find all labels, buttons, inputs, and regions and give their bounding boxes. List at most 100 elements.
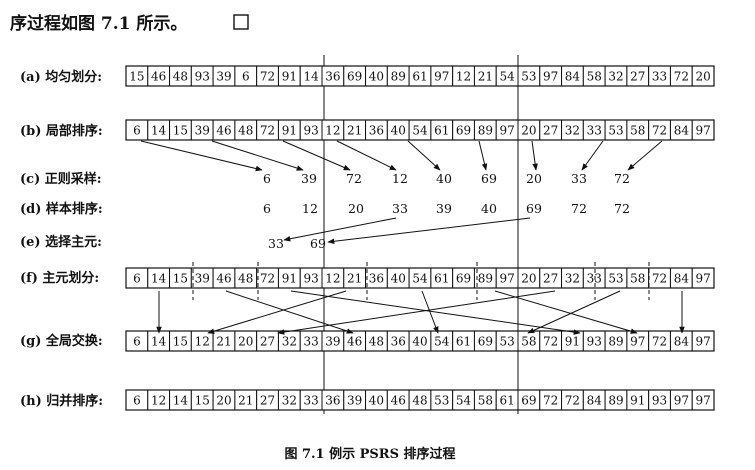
sample-sorting-values: 6 12 20 33 39 40 69 72 72 [263,201,630,216]
array-cell-value: 46 [151,70,166,84]
array-cell-value: 93 [652,394,667,408]
array-cell-value: 72 [652,335,667,349]
array-cell-value: 32 [565,272,580,286]
array-cell-value: 33 [303,394,318,408]
array-cell-value: 12 [151,394,166,408]
array-cell-value: 12 [195,335,210,349]
array-cell-value: 39 [195,272,210,286]
array-cell-value: 46 [347,335,362,349]
array-cell-value: 21 [347,124,362,138]
sorted-sample-value: 72 [614,201,630,216]
array-cell-value: 89 [608,335,623,349]
array-cell-value: 72 [652,124,667,138]
array-cell-value: 97 [695,272,710,286]
array-row-f: 6 14 15 39 46 48 72 91 93 12 21 36 40 54 61 69 89 97 20 27 3… [125,267,715,289]
sample-value: 72 [614,171,630,186]
array-cell-value: 46 [216,272,231,286]
array-cell-value: 72 [260,70,275,84]
array-cell-value: 97 [499,272,514,286]
array-cell-value: 69 [478,335,493,349]
array-cell-value: 53 [434,394,449,408]
arrow [527,290,621,334]
array-cell-value: 36 [391,335,406,349]
array-cell-value: 48 [412,394,427,408]
sorted-sample-value: 72 [571,201,587,216]
array-cell-value: 15 [195,394,210,408]
array-cell-value: 54 [499,70,515,84]
array-cell-value: 46 [391,394,406,408]
array-cell-value: 40 [369,394,384,408]
arrow [327,217,531,245]
array-cell-value: 27 [543,272,558,286]
array-cell-value: 58 [521,335,536,349]
array-row-a: 15 46 48 93 39 6 72 91 14 36 69 40 89 61 97 12 21 54 53 97 8… [125,65,715,87]
array-cell-value: 33 [587,272,602,286]
arrow [283,217,397,242]
array-cell-value: 46 [216,124,231,138]
array-cell-value: 54 [412,272,428,286]
sample-value: 6 [263,171,271,186]
sampling-arrows [140,140,663,172]
array-cell-value: 61 [434,124,449,138]
array-cell-value: 97 [630,335,645,349]
arrow [581,140,604,171]
array-cell-value: 48 [369,335,384,349]
array-cell-value: 32 [282,394,297,408]
array-cell-value: 14 [173,394,189,408]
array-cell-value: 53 [608,124,623,138]
array-cell-value: 20 [216,394,231,408]
array-cell-value: 39 [216,70,231,84]
array-rows: 15 46 48 93 39 6 72 91 14 36 69 40 89 61 97 12 21 54 53 97 8… [125,65,715,411]
array-cell-value: 48 [238,272,253,286]
arrow [211,140,304,171]
array-cell-value: 91 [282,124,297,138]
array-cell-value: 36 [325,70,340,84]
sorted-sample-value: 69 [526,201,542,216]
array-cell-value: 54 [434,335,450,349]
array-cell-value: 6 [133,124,141,138]
row-label-e: (e) 选择主元: [20,234,102,250]
array-cell-value: 14 [303,70,319,84]
array-cell-value: 69 [521,394,536,408]
array-cell-value: 39 [325,335,340,349]
sample-value: 39 [301,171,317,186]
array-cell-value: 84 [674,124,690,138]
array-cell-value: 97 [695,394,710,408]
array-row-g: 6 14 15 12 21 20 27 32 33 39 46 48 36 40 54 61 69 53 58 72 9… [125,330,715,352]
array-cell-value: 93 [195,70,210,84]
array-cell-value: 69 [347,70,362,84]
array-cell-value: 21 [238,394,253,408]
array-cell-value: 84 [674,335,690,349]
array-cell-value: 14 [151,272,167,286]
array-cell-value: 36 [369,272,384,286]
figure-caption: 图 7.1 例示 PSRS 排序过程 [284,446,455,462]
array-cell-value: 72 [260,272,275,286]
array-cell-value: 53 [608,272,623,286]
array-cell-value: 33 [652,70,667,84]
sample-value: 40 [436,171,452,186]
array-cell-value: 97 [674,394,689,408]
psrs-diagram: 序过程如图 7.1 所示。 (a) 均匀划分: (b) 局部排序: (c) 正则… [10,13,715,462]
array-cell-value: 89 [608,394,623,408]
array-cell-value: 48 [238,124,253,138]
array-cell-value: 89 [478,124,493,138]
sample-value: 72 [346,171,362,186]
array-cell-value: 84 [674,272,690,286]
array-cell-value: 97 [434,70,449,84]
array-cell-value: 33 [303,335,318,349]
array-cell-value: 20 [238,335,253,349]
pivot-values: 33 69 [268,236,326,251]
array-cell-value: 27 [260,394,275,408]
arrow [531,140,538,171]
row-label-d: (d) 样本排序: [20,201,103,217]
pivot-value: 33 [268,236,284,251]
array-cell-value: 15 [129,70,144,84]
array-row-h: 6 12 14 15 20 21 27 32 33 36 39 40 46 48 53 54 58 61 69 72 7… [125,389,715,411]
array-cell-value: 89 [478,272,493,286]
array-cell-value: 15 [173,272,188,286]
array-cell-value: 89 [391,70,406,84]
array-cell-value: 12 [325,124,340,138]
array-cell-value: 58 [630,124,645,138]
array-cell-value: 72 [674,70,689,84]
regular-sampling-values: 6 39 72 12 40 69 20 33 72 [263,171,630,186]
